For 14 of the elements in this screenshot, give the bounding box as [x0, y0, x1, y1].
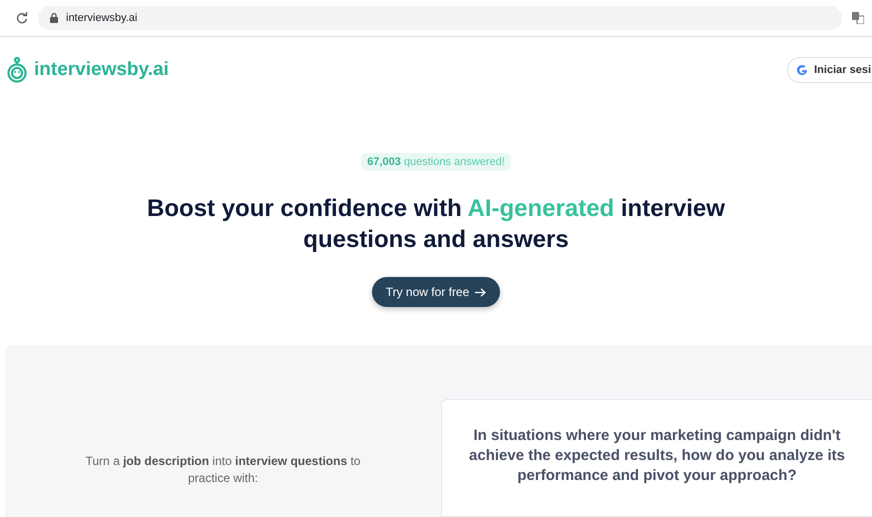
address-bar[interactable]: interviewsby.ai: [38, 6, 842, 30]
robot-icon: [6, 57, 28, 83]
google-icon: [796, 64, 808, 76]
questions-answered-badge: 67,003 questions answered!: [361, 153, 511, 171]
reload-icon[interactable]: [16, 12, 28, 24]
arrow-right-icon: [475, 288, 486, 296]
url-text: interviewsby.ai: [66, 12, 138, 24]
google-sign-in-button[interactable]: Iniciar sesi: [787, 57, 872, 83]
lock-icon: [50, 13, 58, 23]
hero-heading: Boost your confidence with AI-generated interview questions and answers: [146, 194, 726, 255]
translate-icon[interactable]: [852, 12, 864, 24]
question-text: In situations where your marketing campaign didn't achieve the expected results, how do you analyze its performance and pivot your approach?: [468, 426, 846, 486]
try-now-button[interactable]: Try now for free: [372, 277, 500, 307]
intro-text: Turn a job description into interview questions to practice with:: [84, 453, 362, 487]
